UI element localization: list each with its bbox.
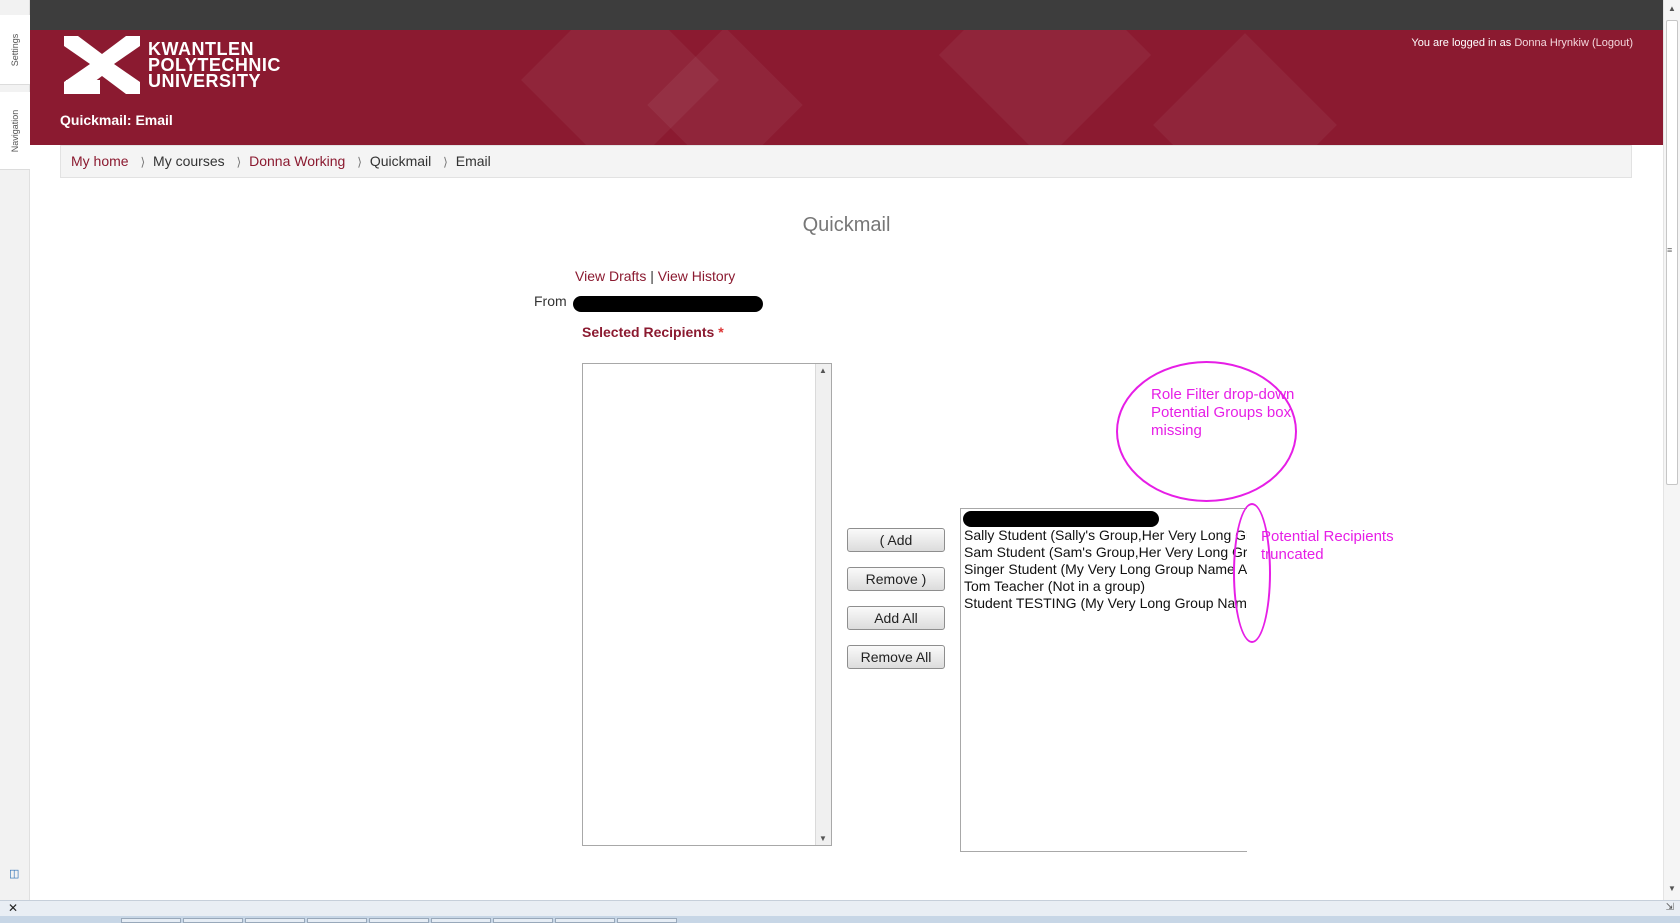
taskbar-button[interactable] (307, 918, 367, 923)
taskbar-button[interactable] (183, 918, 243, 923)
scrollbar-grip-icon: ≡ (1667, 245, 1673, 255)
list-item[interactable]: Sally Student (Sally's Group,Her Very Lo… (964, 527, 1247, 543)
breadcrumb-course[interactable]: Donna Working (249, 153, 345, 169)
resize-grip-icon[interactable]: ⇲ (1666, 902, 1674, 913)
page-title: Quickmail (802, 214, 891, 236)
block-dock: Settings Navigation ◫ (0, 0, 30, 900)
remove-all-button[interactable]: Remove All (847, 645, 945, 669)
selected-recipients-list[interactable]: ▲ ▼ (582, 363, 832, 846)
login-info: You are logged in as Donna Hrynkiw (Logo… (1411, 37, 1633, 49)
browser-top-bar (0, 0, 1680, 30)
kpu-logo-mark (64, 36, 140, 94)
annotation-line: Potential Groups box (1151, 404, 1292, 421)
remove-button[interactable]: Remove ) (847, 567, 945, 591)
annotation-line: missing (1151, 422, 1202, 439)
university-logo[interactable]: KWANTLEN POLYTECHNIC UNIVERSITY (64, 36, 304, 96)
list-item[interactable]: Student TESTING (My Very Long Group Nam (964, 595, 1247, 611)
add-button[interactable]: ( Add (847, 528, 945, 552)
breadcrumb-separator: ⟩ (236, 155, 242, 169)
annotation-line: truncated (1261, 546, 1324, 563)
required-marker: * (718, 324, 724, 340)
logout-link[interactable]: (Logout) (1592, 37, 1633, 49)
annotation-line: Role Filter drop-down (1151, 386, 1295, 403)
taskbar-button[interactable] (121, 918, 181, 923)
user-profile-link[interactable]: Donna Hrynkiw (1514, 37, 1589, 49)
from-label: From (534, 293, 567, 309)
page-header: KWANTLEN POLYTECHNIC UNIVERSITY Quickmai… (30, 30, 1663, 145)
page-heading: Quickmail: Email (60, 112, 173, 128)
breadcrumb-email: Email (455, 153, 491, 169)
close-icon[interactable]: ✕ (8, 901, 18, 915)
dock-tab-settings[interactable]: Settings (0, 15, 30, 85)
header-decoration (1153, 33, 1337, 145)
logo-line: UNIVERSITY (148, 71, 262, 91)
page-scrollbar[interactable]: ▲ ≡ ▼ (1663, 0, 1680, 900)
potential-recipients-list[interactable]: Sally Student (Sally's Group,Her Very Lo… (960, 508, 1247, 852)
header-decoration (938, 30, 1152, 145)
links-divider: | (650, 268, 654, 284)
view-drafts-link[interactable]: View Drafts (575, 268, 646, 284)
taskbar-button[interactable] (369, 918, 429, 923)
list-item[interactable]: Singer Student (My Very Long Group Name … (964, 561, 1247, 577)
scroll-down-icon[interactable]: ▼ (1668, 884, 1676, 893)
os-taskbar (0, 916, 1680, 923)
annotation-line: Potential Recipients (1261, 528, 1394, 545)
breadcrumb: My home ⟩ My courses ⟩ Donna Working ⟩ Q… (60, 145, 1632, 178)
selected-recipients-scrollbar[interactable]: ▲ ▼ (815, 364, 831, 845)
annotation-ellipse-truncated (1233, 503, 1271, 643)
scroll-up-icon[interactable]: ▲ (1668, 4, 1676, 13)
list-item[interactable]: Tom Teacher (Not in a group) (964, 578, 1145, 594)
breadcrumb-separator: ⟩ (357, 155, 362, 169)
selected-recipients-label: Selected Recipients * (582, 324, 724, 340)
logo-wordmark: KWANTLEN POLYTECHNIC UNIVERSITY (148, 40, 281, 91)
breadcrumb-my-courses: My courses (153, 153, 225, 169)
scroll-down-icon[interactable]: ▼ (819, 834, 827, 843)
dock-toggle-icon[interactable]: ◫ (9, 868, 21, 880)
view-history-link[interactable]: View History (658, 268, 736, 284)
taskbar-button[interactable] (431, 918, 491, 923)
login-prefix: You are logged in as (1411, 37, 1512, 49)
selected-recipients-text: Selected Recipients (582, 324, 715, 340)
annotation-truncated-note: Potential Recipients truncated (1261, 528, 1394, 564)
add-all-button[interactable]: Add All (847, 606, 945, 630)
redacted-sender-address (573, 296, 763, 312)
annotation-missing-note: Role Filter drop-down Potential Groups b… (1151, 386, 1294, 440)
dock-tab-navigation-label: Navigation (10, 109, 20, 152)
taskbar-button[interactable] (555, 918, 615, 923)
breadcrumb-separator: ⟩ (443, 155, 448, 169)
breadcrumb-separator: ⟩ (140, 155, 146, 169)
dock-tab-settings-label: Settings (10, 33, 20, 66)
breadcrumb-my-home[interactable]: My home (71, 153, 129, 169)
action-links: View Drafts | View History (575, 268, 735, 284)
breadcrumb-quickmail[interactable]: Quickmail (370, 153, 431, 169)
list-item[interactable]: Sam Student (Sam's Group,Her Very Long G… (964, 544, 1247, 560)
taskbar-button[interactable] (245, 918, 305, 923)
taskbar-button[interactable] (493, 918, 553, 923)
browser-status-bar: ✕ ⇲ (0, 900, 1680, 916)
dock-tab-navigation[interactable]: Navigation (0, 92, 30, 170)
taskbar-button[interactable] (617, 918, 677, 923)
scroll-up-icon[interactable]: ▲ (819, 366, 827, 375)
redacted-recipient (963, 511, 1159, 527)
